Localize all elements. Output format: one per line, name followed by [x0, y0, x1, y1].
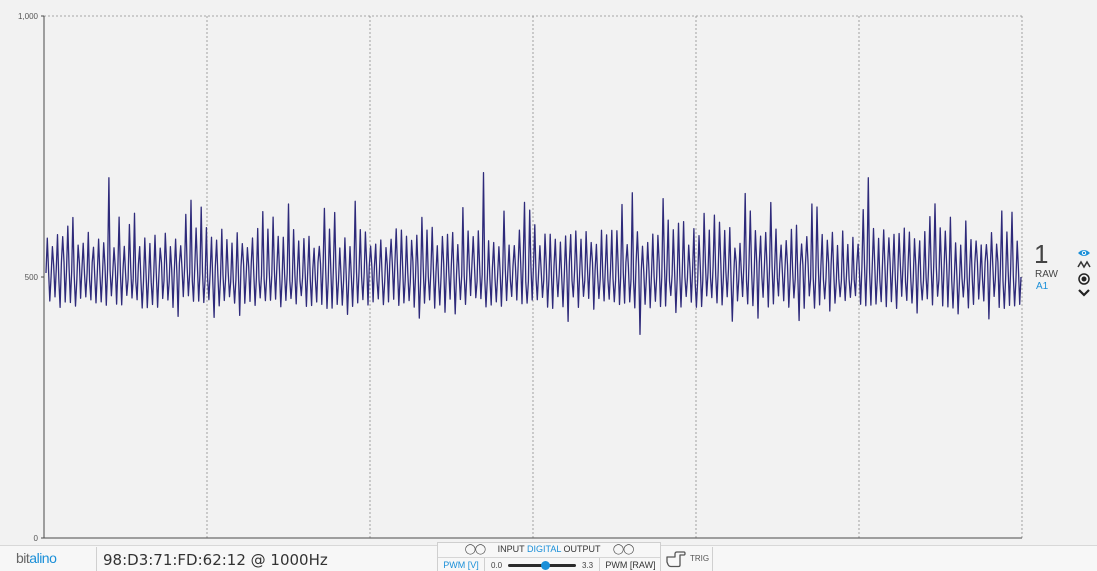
- y-tick-label: 500: [25, 273, 39, 282]
- trigger-button[interactable]: TRIG: [660, 547, 713, 571]
- pwm-row: PWM [V] 0.0 3.3 PWM [RAW]: [438, 557, 660, 571]
- signal-plot[interactable]: 0 500 1,000: [0, 0, 1097, 545]
- pointing-hand-icon: [666, 550, 686, 568]
- y-axis-ticks: 0 500 1,000: [18, 12, 44, 543]
- device-address: 98:D3:71:FD:62:12 @ 1000Hz: [96, 547, 341, 571]
- output-toggle-icon[interactable]: ◯◯: [613, 544, 634, 555]
- chevron-down-icon[interactable]: [1076, 284, 1092, 297]
- y-tick-label: 1,000: [18, 12, 39, 21]
- pwm-max-value: 3.3: [582, 561, 594, 570]
- trigger-label: TRIG: [690, 554, 710, 563]
- io-output-label: OUTPUT: [563, 544, 601, 554]
- signal-icon[interactable]: [1076, 256, 1092, 269]
- channel-name-label: A1: [1036, 281, 1049, 292]
- logo-text-accent: alino: [29, 550, 57, 566]
- channel-info: 1 RAW A1: [1030, 240, 1070, 300]
- footer-bar: bitalino 98:D3:71:FD:62:12 @ 1000Hz ◯◯ I…: [0, 542, 1097, 571]
- io-header: ◯◯ INPUT DIGITAL OUTPUT ◯◯: [438, 544, 660, 557]
- io-digital-label: DIGITAL: [526, 544, 561, 554]
- io-input-label: INPUT: [497, 544, 525, 554]
- channel-mode-label: RAW: [1035, 269, 1058, 280]
- bitalino-logo: bitalino: [16, 550, 57, 568]
- opensignals-window: 0 500 1,000 1 RAW A1 bitalino 98:D3:71:F…: [0, 0, 1097, 571]
- channel-controls: [1076, 244, 1092, 298]
- channel-number: 1: [1034, 239, 1049, 269]
- pwm-volts-label[interactable]: PWM [V]: [438, 558, 485, 571]
- eye-icon[interactable]: [1076, 244, 1092, 256]
- logo-text-main: bit: [16, 550, 30, 566]
- pwm-min-value: 0.0: [491, 561, 503, 570]
- signal-line-a1: [45, 171, 1022, 336]
- pwm-slider-handle[interactable]: [540, 561, 550, 570]
- digital-io-panel: ◯◯ INPUT DIGITAL OUTPUT ◯◯ PWM [V] 0.0 3…: [437, 542, 661, 571]
- input-indicator-icon[interactable]: ◯◯: [465, 544, 486, 555]
- record-icon[interactable]: [1076, 270, 1092, 285]
- pwm-raw-label[interactable]: PWM [RAW]: [599, 558, 661, 571]
- y-tick-label: 0: [34, 534, 39, 543]
